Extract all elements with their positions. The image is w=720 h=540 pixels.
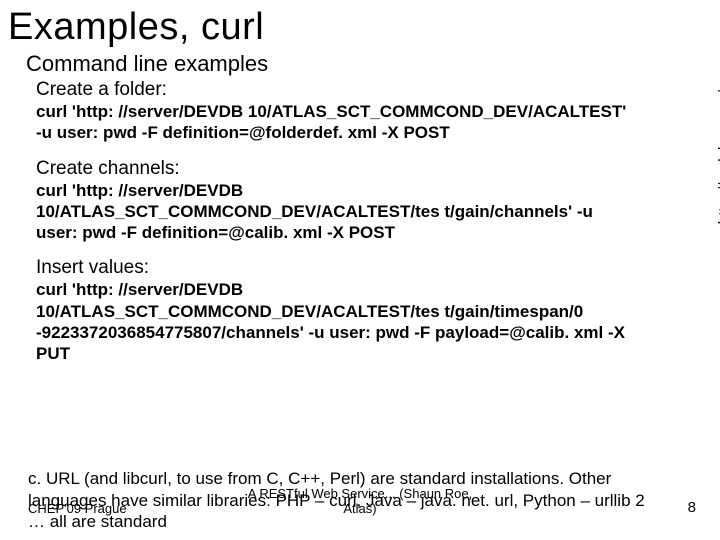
slide-subtitle: Command line examples: [26, 51, 700, 77]
label-create-folder: Create a folder:: [36, 79, 700, 101]
slide-title: Examples, curl: [8, 6, 700, 49]
code-insert-values: curl 'http: //server/DEVDB 10/ATLAS_SCT_…: [36, 279, 636, 364]
page-number: 8: [688, 499, 696, 516]
label-insert-values: Insert values:: [36, 257, 700, 279]
code-create-folder: curl 'http: //server/DEVDB 10/ATLAS_SCT_…: [36, 101, 636, 144]
slide: http: //curl. haxx. se/ Examples, curl C…: [0, 0, 720, 540]
label-create-channels: Create channels:: [36, 158, 700, 180]
side-url: http: //curl. haxx. se/: [716, 90, 720, 224]
footer-center: A RESTful Web Service... (Shaun Roe, Atl…: [0, 486, 720, 516]
footer-center-line2: Atlas): [343, 501, 376, 516]
footer-center-line1: A RESTful Web Service... (Shaun Roe,: [248, 486, 472, 501]
code-create-channels: curl 'http: //server/DEVDB 10/ATLAS_SCT_…: [36, 180, 636, 244]
